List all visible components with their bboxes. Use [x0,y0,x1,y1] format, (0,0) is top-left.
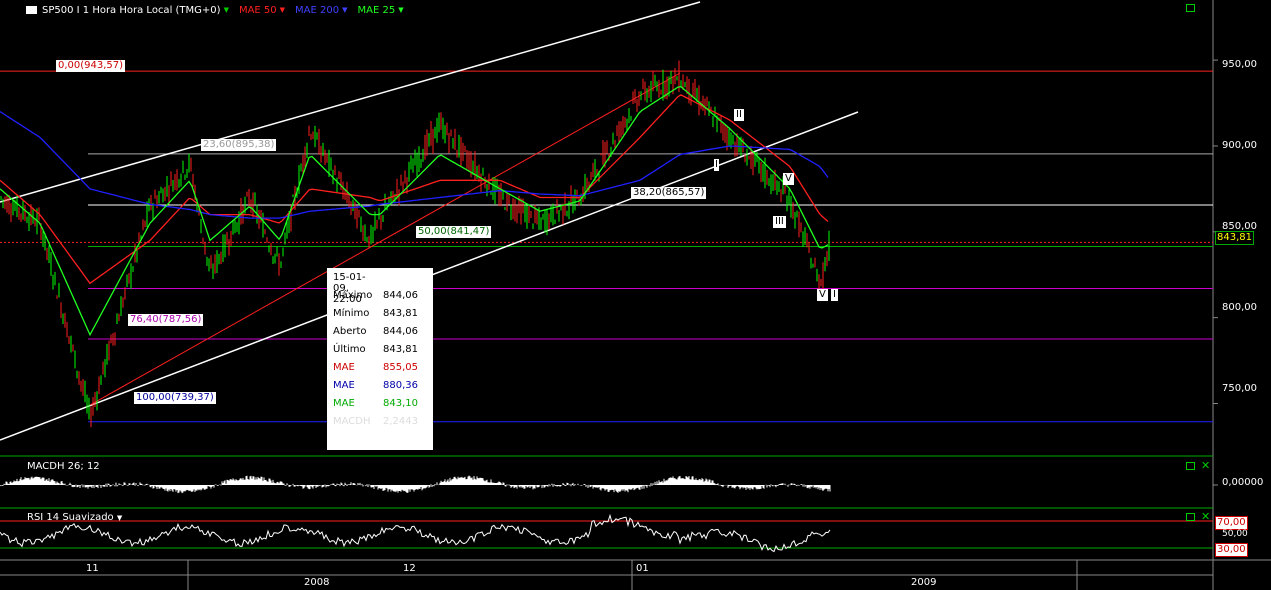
x-tick-month: 11 [86,563,99,574]
tooltip-value: 880,36 [383,380,418,391]
indicator-mae200[interactable]: MAE 200 ▼ [295,5,347,16]
x-tick-month: 01 [636,563,649,574]
tooltip-value: 844,06 [383,290,418,301]
fib-label-100: 100,00(739,37) [134,392,216,404]
chart-type-icon [26,6,37,14]
y-tick-label: 800,00 [1222,302,1257,313]
tooltip-label: MACDH [333,416,371,427]
wave-label-ii: II [734,109,744,121]
tooltip-value: 843,81 [383,308,418,319]
rsi-title[interactable]: RSI 14 Suavizado ▼ [26,512,123,524]
tooltip-value: 843,10 [383,398,418,409]
maximize-icon[interactable] [1186,462,1195,470]
y-tick-label: 950,00 [1222,59,1257,70]
x-tick-month: 12 [403,563,416,574]
wave-label-v2: V [817,289,828,301]
fib-label-50: 50,00(841,47) [416,226,492,238]
maximize-icon[interactable] [1186,4,1195,12]
tooltip-value: 844,06 [383,326,418,337]
fib-label-0: 0,00(943,57) [56,60,126,72]
rsi-mid-label: 50,00 [1222,529,1248,539]
maximize-icon[interactable] [1186,513,1195,521]
tooltip-value: 855,05 [383,362,418,373]
fib-label-236: 23,60(895,38) [201,139,277,151]
price-chart [0,0,1271,590]
tooltip-value: 2,2443 [383,416,418,427]
data-tooltip: 15-01-09, 22:00 Máximo 844,06 Mínimo 843,8… [327,268,433,450]
macd-axis-label: 0,00000 [1222,477,1264,488]
macd-title[interactable]: MACDH 26; 12 [26,461,101,473]
tooltip-label: Último [333,344,366,355]
fib-label-382: 38,20(865,57) [631,187,707,199]
symbol-label[interactable]: SP500 I 1 Hora Hora Local (TMG+0) ▼ [26,5,229,16]
chevron-down-icon: ▼ [116,514,123,522]
chevron-down-icon: ▼ [279,6,286,14]
last-price-badge: 843,81 [1215,231,1254,245]
y-tick-label: 750,00 [1222,383,1257,394]
wave-label-v: V [783,173,794,185]
tooltip-label: MAE [333,398,355,409]
tooltip-label: Aberto [333,326,367,337]
indicator-mae25[interactable]: MAE 25 ▼ [358,5,404,16]
fib-label-764: 76,40(787,56) [128,314,204,326]
x-tick-year: 2009 [911,577,937,588]
tooltip-value: 843,81 [383,344,418,355]
tooltip-label: Mínimo [333,308,370,319]
chevron-down-icon: ▼ [342,6,348,14]
close-icon[interactable]: ✕ [1201,511,1210,522]
chart-header: SP500 I 1 Hora Hora Local (TMG+0) ▼ MAE … [26,3,404,17]
chevron-down-icon: ▼ [398,6,404,14]
tooltip-label: MAE [333,380,355,391]
wave-label-iii: III [773,216,786,228]
rsi-lower-badge: 30,00 [1215,543,1248,557]
y-tick-label: 900,00 [1222,140,1257,151]
rsi-upper-badge: 70,00 [1215,516,1248,530]
tooltip-label: MAE [333,362,355,373]
ma-line-2 [0,111,829,219]
wave-label-i: I [714,159,719,171]
symbol-text: SP500 I 1 Hora Hora Local (TMG+0) [42,4,221,16]
wave-label-i2: I [831,289,838,301]
chevron-down-icon: ▼ [223,6,229,14]
x-tick-year: 2008 [304,577,330,588]
close-icon[interactable]: ✕ [1201,460,1210,471]
tooltip-label: Máximo [333,290,373,301]
indicator-mae50[interactable]: MAE 50 ▼ [239,5,285,16]
